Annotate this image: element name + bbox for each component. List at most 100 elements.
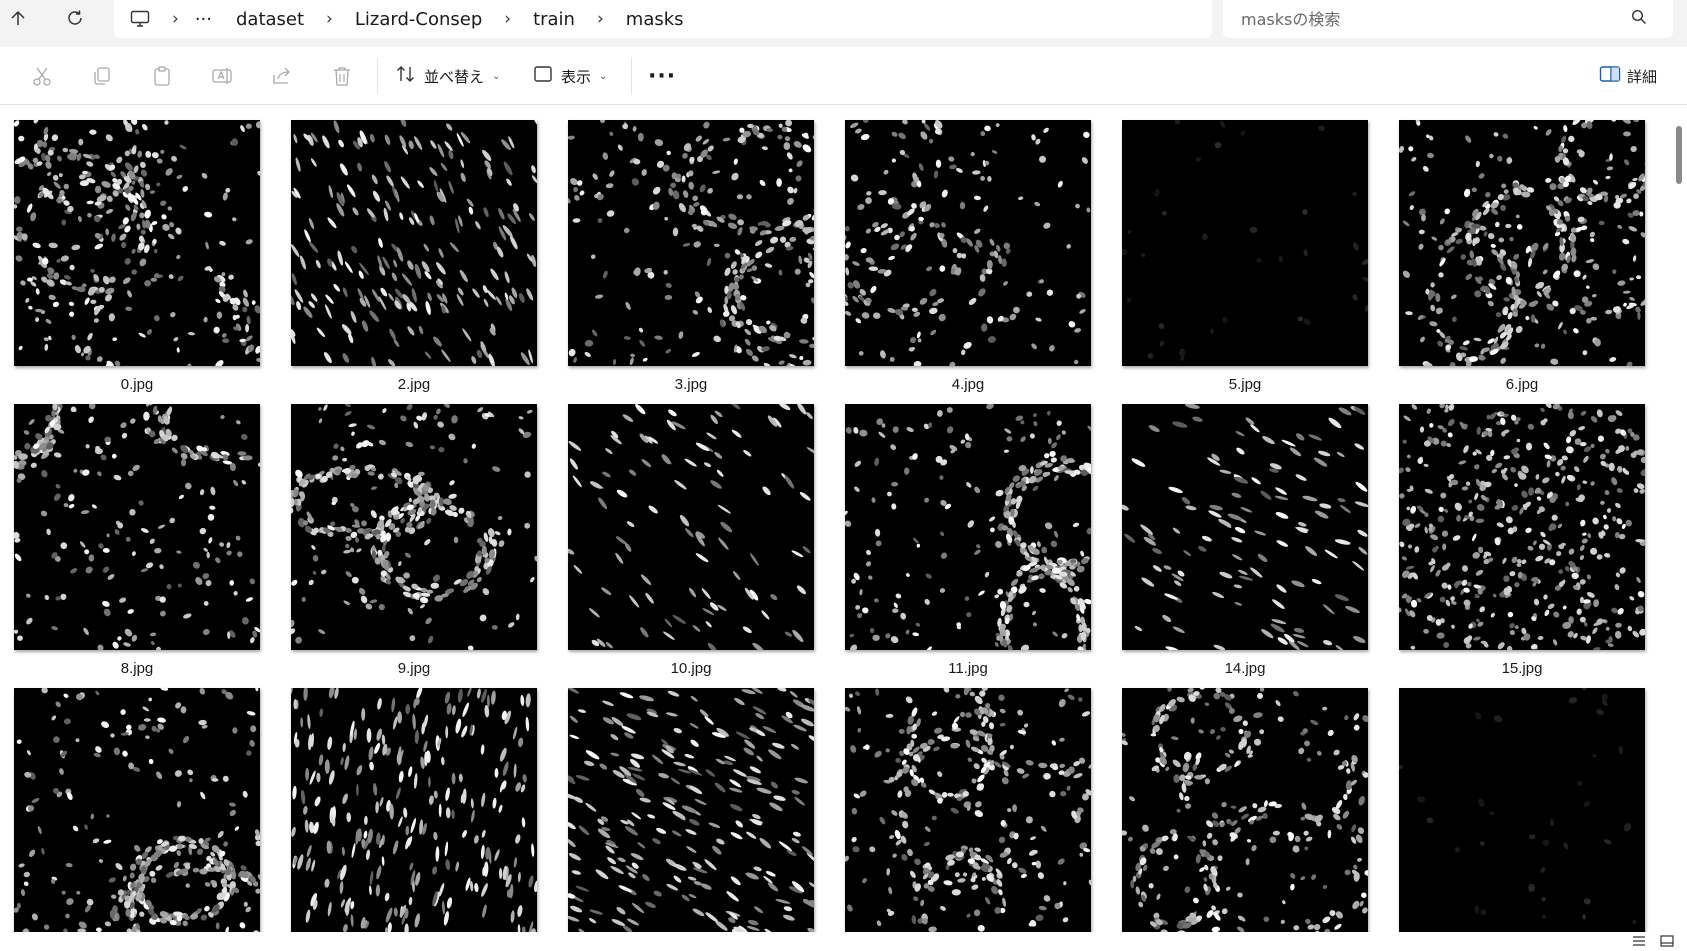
- file-thumbnail[interactable]: [568, 688, 814, 932]
- file-thumbnail[interactable]: [845, 120, 1091, 366]
- nucleus-mark: [570, 905, 583, 913]
- nucleus-mark: [377, 473, 384, 480]
- nucleus-mark: [974, 228, 981, 234]
- computer-icon[interactable]: [114, 0, 150, 38]
- nucleus-mark: [850, 644, 858, 650]
- details-pane-button[interactable]: 詳細: [1599, 59, 1657, 93]
- file-thumbnail[interactable]: [845, 688, 1091, 932]
- nucleus-mark: [847, 904, 853, 912]
- rename-icon[interactable]: [204, 59, 240, 93]
- breadcrumb-item-lizard-consep[interactable]: Lizard-Consep: [355, 0, 482, 38]
- nucleus-mark: [1033, 421, 1038, 427]
- file-tile[interactable]: 20.jpg: [1122, 688, 1368, 932]
- file-tile[interactable]: 4.jpg: [845, 120, 1091, 393]
- nucleus-mark: [752, 642, 764, 650]
- scissors-icon[interactable]: [24, 59, 60, 93]
- nucleus-mark: [1492, 593, 1497, 598]
- nucleus-mark: [887, 491, 892, 497]
- nucleus-mark: [25, 297, 30, 303]
- file-thumbnail[interactable]: [291, 688, 537, 932]
- nucleus-mark: [1566, 436, 1572, 444]
- share-icon[interactable]: [264, 59, 300, 93]
- file-tile[interactable]: 2.jpg: [291, 120, 537, 393]
- refresh-icon[interactable]: [57, 2, 93, 34]
- more-options-button[interactable]: ···: [648, 59, 676, 93]
- file-tile[interactable]: 19.jpg: [845, 688, 1091, 932]
- breadcrumb-item-masks[interactable]: masks: [626, 0, 684, 38]
- nucleus-mark: [906, 427, 914, 433]
- trash-icon[interactable]: [324, 59, 360, 93]
- file-thumbnail[interactable]: [1122, 120, 1368, 366]
- file-tile[interactable]: 10.jpg: [568, 404, 814, 677]
- breadcrumb-overflow[interactable]: ···: [195, 0, 212, 38]
- search-icon[interactable]: [1631, 9, 1651, 29]
- nucleus-mark: [391, 697, 396, 713]
- file-tile[interactable]: 17.jpg: [291, 688, 537, 932]
- copy-icon[interactable]: [84, 59, 120, 93]
- nucleus-mark: [1468, 499, 1473, 504]
- breadcrumb-item-dataset[interactable]: dataset: [236, 0, 304, 38]
- nucleus-mark: [1017, 709, 1024, 716]
- nucleus-mark: [1251, 477, 1261, 485]
- nucleus-mark: [1219, 469, 1232, 474]
- file-thumbnail[interactable]: [1399, 404, 1645, 650]
- file-tile[interactable]: 9.jpg: [291, 404, 537, 677]
- nucleus-mark: [405, 441, 414, 448]
- nucleus-mark: [765, 871, 776, 877]
- nucleus-mark: [1061, 633, 1068, 639]
- nucleus-mark: [444, 141, 453, 151]
- nucleus-mark: [973, 763, 980, 770]
- nucleus-mark: [210, 486, 216, 496]
- file-tile[interactable]: 14.jpg: [1122, 404, 1368, 677]
- file-thumbnail[interactable]: [1122, 404, 1368, 650]
- nucleus-mark: [910, 870, 916, 879]
- nucleus-mark: [1592, 627, 1598, 635]
- nucleus-mark: [626, 521, 635, 527]
- nucleus-mark: [414, 730, 420, 744]
- file-tile[interactable]: 0.jpg: [14, 120, 260, 393]
- nucleus-mark: [150, 277, 157, 282]
- file-thumbnail[interactable]: [1122, 688, 1368, 932]
- nucleus-mark: [1073, 359, 1079, 365]
- nucleus-mark: [1414, 523, 1421, 528]
- file-tile[interactable]: 16.jpg: [14, 688, 260, 932]
- nucleus-mark: [1438, 244, 1444, 251]
- nucleus-mark: [448, 149, 454, 160]
- file-thumbnail[interactable]: [568, 120, 814, 366]
- nucleus-mark: [984, 896, 991, 905]
- address-bar[interactable]: › ··· dataset › Lizard-Consep › train › …: [114, 0, 1212, 38]
- breadcrumb-item-train[interactable]: train: [533, 0, 575, 38]
- search-input[interactable]: [1241, 9, 1621, 29]
- file-tile[interactable]: 15.jpg: [1399, 404, 1645, 677]
- file-tile[interactable]: 6.jpg: [1399, 120, 1645, 393]
- nucleus-mark: [893, 602, 898, 608]
- nucleus-mark: [616, 906, 626, 915]
- file-thumbnail[interactable]: [14, 120, 260, 366]
- clipboard-icon[interactable]: [144, 59, 180, 93]
- nucleus-mark: [1231, 537, 1243, 543]
- nucleus-mark: [1458, 460, 1467, 465]
- file-thumbnail[interactable]: [291, 120, 537, 366]
- arrow-up-icon[interactable]: [0, 2, 36, 34]
- file-tile[interactable]: 3.jpg: [568, 120, 814, 393]
- view-button[interactable]: 表示 ⌄: [533, 59, 607, 93]
- file-tile[interactable]: 18.jpg: [568, 688, 814, 932]
- sort-button[interactable]: 並べ替え ⌄: [396, 59, 500, 93]
- nucleus-mark: [937, 771, 943, 777]
- file-tile[interactable]: 11.jpg: [845, 404, 1091, 677]
- file-tile[interactable]: 8.jpg: [14, 404, 260, 677]
- nucleus-mark: [176, 174, 183, 180]
- file-thumbnail[interactable]: [14, 404, 260, 650]
- nucleus-mark: [15, 255, 23, 262]
- file-thumbnail[interactable]: [568, 404, 814, 650]
- nucleus-mark: [778, 841, 792, 852]
- nucleus-mark: [753, 866, 762, 872]
- mask-image: [291, 404, 537, 650]
- file-tile[interactable]: 5.jpg: [1122, 120, 1368, 393]
- search-box[interactable]: [1223, 0, 1673, 38]
- file-thumbnail[interactable]: [1399, 120, 1645, 366]
- file-thumbnail[interactable]: [14, 688, 260, 932]
- file-thumbnail[interactable]: [291, 404, 537, 650]
- file-thumbnail[interactable]: [845, 404, 1091, 650]
- nucleus-mark: [305, 857, 312, 871]
